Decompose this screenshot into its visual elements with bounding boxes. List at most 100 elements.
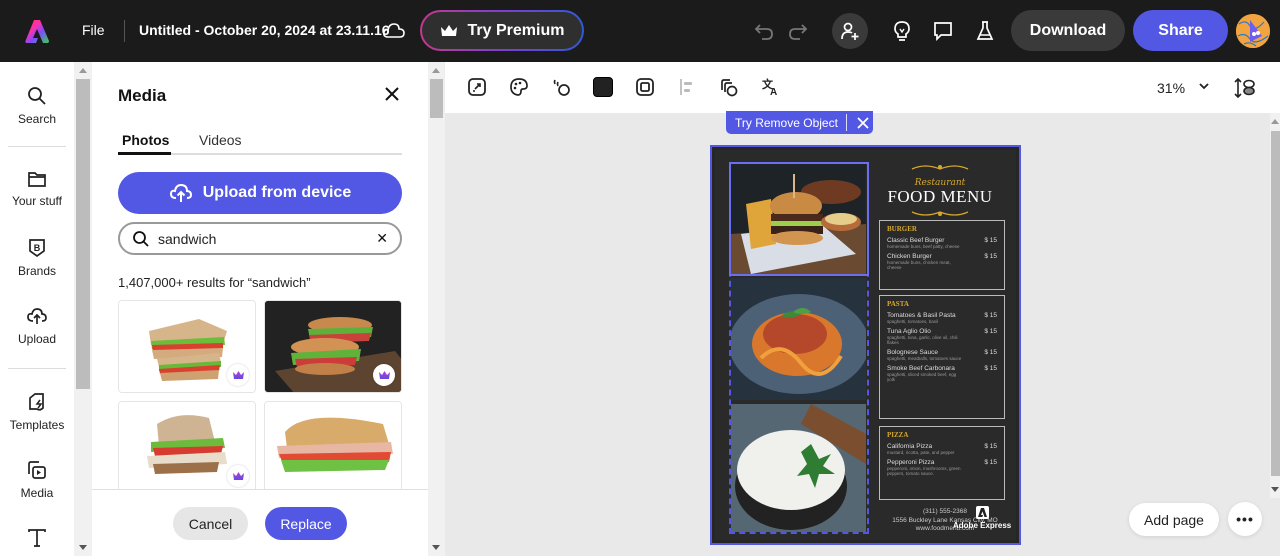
menu-item: Tuna Aglio Olio spaghetti, tuna, garlic, … [887,328,997,345]
invite-user-icon [841,22,859,40]
rail-item-upload[interactable]: Upload [0,306,74,346]
menu-section-pasta[interactable]: PASTA Tomatoes & Basil Pasta spaghetti, t… [879,295,1005,419]
canvas-scrollbar[interactable] [1270,113,1280,498]
arrange-layers-icon[interactable] [1233,76,1257,100]
file-menu[interactable]: File [82,22,105,38]
share-button[interactable]: Share [1133,10,1228,51]
divider [845,114,847,131]
top-bar: File Untitled - October 20, 2024 at 23.1… [0,0,1280,62]
active-tab-indicator [118,152,171,155]
media-search-input[interactable]: sandwich ✕ [118,222,402,255]
scrollbar-thumb[interactable] [76,79,90,389]
photo-thumbnail[interactable] [264,401,402,490]
photo-thumbnail[interactable] [118,401,256,490]
avatar[interactable] [1236,14,1270,48]
tab-photos[interactable]: Photos [122,132,169,148]
add-page-button[interactable]: Add page [1129,503,1219,536]
translate-icon[interactable]: 文A [759,75,783,99]
align-icon[interactable] [675,75,699,99]
close-icon[interactable] [382,84,402,104]
section-title: PASTA [887,300,909,308]
left-rail: Search Your stuff B Brands Upload Templa… [0,62,74,556]
premium-crown-icon [227,465,249,487]
panel-title: Media [118,86,167,105]
download-button[interactable]: Download [1011,10,1125,51]
design-page[interactable]: Restaurant FOOD MENU BURGER Classic Beef… [710,145,1021,545]
replace-image-icon[interactable] [465,75,489,99]
rail-item-templates[interactable]: Templates [0,392,74,432]
menu-item: Pepperoni Pizza pepperoni, onion, mushroo… [887,459,997,476]
cancel-button[interactable]: Cancel [173,507,248,540]
rail-item-media[interactable]: Media [0,460,74,500]
menu-item: Bolognese Sauce spaghetti, meatballs, tom… [887,349,997,361]
divider [8,368,66,369]
menu-title: FOOD MENU [887,187,993,206]
undo-icon[interactable] [750,17,778,45]
media-tabs: Photos Videos [118,128,402,155]
menu-item: Smoke Beef Carbonara spaghetti, sliced sm… [887,365,997,382]
scroll-down-icon[interactable] [1271,487,1279,492]
rail-item-your-stuff[interactable]: Your stuff [0,170,74,208]
scroll-down-icon[interactable] [79,545,87,550]
menu-item: Classic Beef Burger homemade buns, beef p… [887,237,997,249]
scroll-up-icon[interactable] [1271,119,1279,124]
templates-icon [29,393,44,411]
search-value[interactable]: sandwich [158,231,376,247]
scroll-up-icon[interactable] [79,68,87,73]
cloud-sync-icon[interactable] [382,20,406,40]
adobe-express-logo[interactable] [24,18,50,44]
zoom-level[interactable]: 31% [1157,80,1185,96]
more-options-button[interactable]: ••• [1228,502,1262,536]
scroll-down-icon[interactable] [432,545,440,550]
panel-scrollbar[interactable] [428,62,445,556]
photo-grid [118,300,402,490]
fill-color-swatch[interactable] [591,75,615,99]
clear-search-icon[interactable]: ✕ [376,230,388,247]
document-title[interactable]: Untitled - October 20, 2024 at 23.11.16 [139,22,390,38]
animate-icon[interactable] [549,75,573,99]
lightbulb-icon[interactable] [888,17,916,45]
rail-item-text[interactable] [0,528,74,548]
premium-crown-icon [227,364,249,386]
close-icon[interactable] [853,113,873,133]
media-icon [28,461,46,479]
crown-icon [440,24,457,36]
try-premium-button[interactable]: Try Premium [420,10,584,51]
menu-section-burger[interactable]: BURGER Classic Beef Burger homemade buns,… [879,220,1005,290]
rail-item-brands[interactable]: B Brands [0,238,74,278]
comment-icon[interactable] [929,17,957,45]
brand-icon: B [29,239,45,258]
search-icon [133,230,149,247]
color-palette-icon[interactable] [507,75,531,99]
search-icon [28,87,46,105]
svg-text:B: B [34,243,41,253]
labs-flask-icon[interactable] [971,17,999,45]
chevron-down-icon[interactable] [1197,79,1211,93]
folder-icon [28,172,46,187]
menu-background: Restaurant FOOD MENU BURGER Classic Beef… [715,150,1016,540]
replace-button[interactable]: Replace [265,507,347,540]
layers-icon[interactable] [717,75,741,99]
redo-icon[interactable] [784,17,812,45]
menu-section-pizza[interactable]: PIZZA California Pizza mustard, ricotta, … [879,426,1005,500]
rail-item-label: Templates [9,418,65,432]
cloud-upload-icon [169,183,192,202]
tab-videos[interactable]: Videos [199,132,242,148]
cloud-upload-icon [27,308,47,324]
invite-user-button[interactable] [832,13,868,49]
rail-item-search[interactable]: Search [0,86,74,126]
border-icon[interactable] [633,75,657,99]
photo-thumbnail[interactable] [264,300,402,393]
try-remove-object-bar: Try Remove Object [726,111,873,134]
menu-header: Restaurant FOOD MENU [870,160,1010,223]
scroll-up-icon[interactable] [432,68,440,73]
scrollbar-thumb[interactable] [430,79,443,118]
scrollbar-thumb[interactable] [1271,131,1280,476]
upload-from-device-button[interactable]: Upload from device [118,172,402,214]
rail-item-label: Your stuff [11,194,63,208]
ornament-icon [911,165,969,170]
menu-item: California Pizza mustard, ricotta, pate, … [887,443,997,455]
photo-thumbnail[interactable] [118,300,256,393]
rail-scrollbar[interactable] [74,62,92,556]
try-remove-object-button[interactable]: Try Remove Object [735,116,838,130]
